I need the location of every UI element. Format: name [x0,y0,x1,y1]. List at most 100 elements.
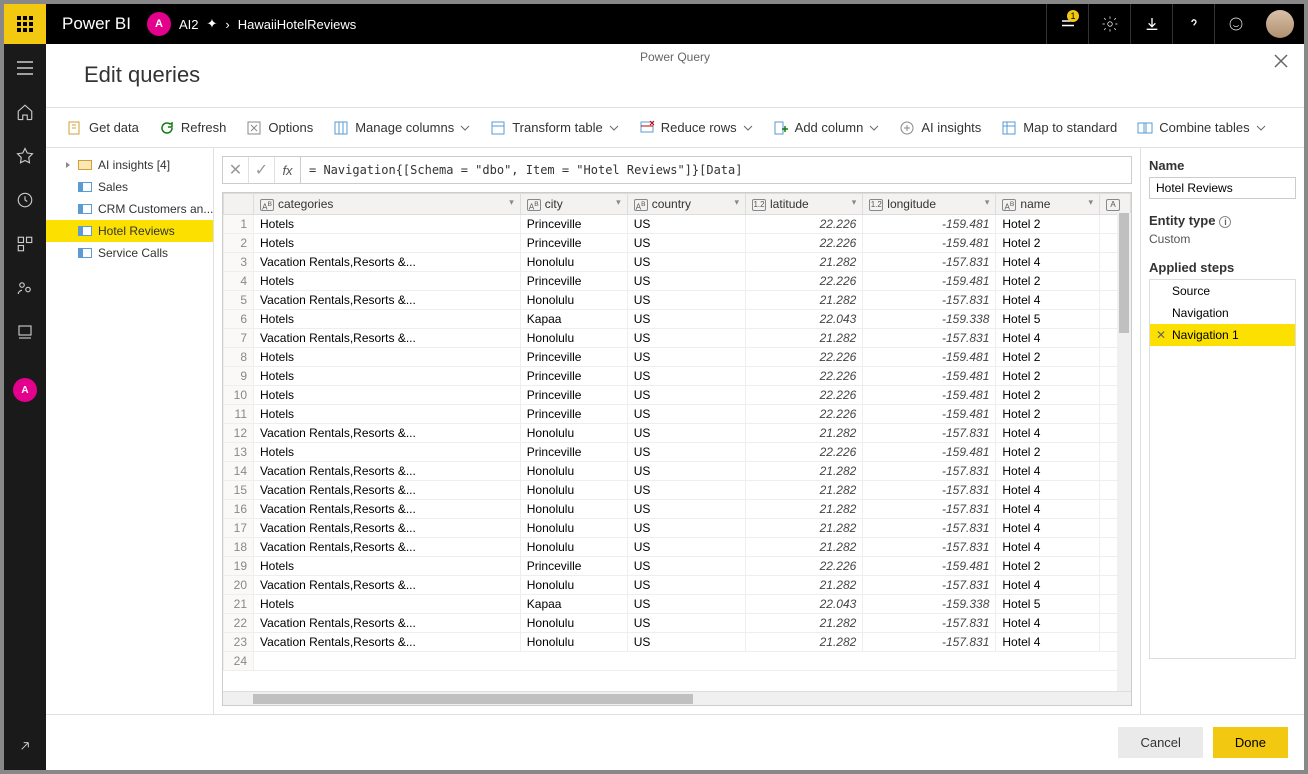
query-nav-item[interactable]: Sales [46,176,213,198]
delete-step-icon[interactable]: ✕ [1156,328,1166,342]
cell[interactable]: 22.043 [746,595,863,614]
done-button[interactable]: Done [1213,727,1288,758]
cell[interactable]: 21.282 [746,253,863,272]
cell[interactable]: -157.831 [863,576,996,595]
ai-insights-button[interactable]: AI insights [894,116,986,140]
manage-columns-button[interactable]: Manage columns [328,116,475,140]
cell[interactable]: Hotels [254,367,521,386]
column-header[interactable]: ABcategories▾ [254,194,521,215]
table-row[interactable]: 11HotelsPrincevilleUS22.226-159.481Hotel… [224,405,1131,424]
download-button[interactable] [1130,4,1172,44]
applied-step[interactable]: ✕Navigation 1 [1150,324,1295,346]
table-row[interactable]: 1HotelsPrincevilleUS22.226-159.481Hotel … [224,215,1131,234]
cell[interactable]: Honolulu [520,576,627,595]
cell[interactable]: Hotel 2 [996,367,1100,386]
cell[interactable]: Hotel 4 [996,500,1100,519]
column-menu-icon[interactable]: ▾ [985,197,990,208]
hamburger-icon[interactable] [15,58,35,78]
cell[interactable]: 21.282 [746,424,863,443]
corner-cell[interactable] [224,194,254,215]
table-row[interactable]: 2HotelsPrincevilleUS22.226-159.481Hotel … [224,234,1131,253]
table-row[interactable]: 15Vacation Rentals,Resorts &...HonoluluU… [224,481,1131,500]
cell[interactable]: Princeville [520,272,627,291]
cell[interactable]: 22.226 [746,215,863,234]
rail-workspace-avatar[interactable]: A [13,378,37,402]
cell[interactable]: US [627,253,745,272]
cell[interactable]: Honolulu [520,481,627,500]
cell[interactable]: -157.831 [863,519,996,538]
cell[interactable]: 21.282 [746,614,863,633]
cell[interactable]: US [627,481,745,500]
cell[interactable]: Hotel 4 [996,538,1100,557]
cell[interactable]: US [627,443,745,462]
query-nav-item[interactable]: Service Calls [46,242,213,264]
cell[interactable]: -157.831 [863,538,996,557]
table-row[interactable]: 6HotelsKapaaUS22.043-159.338Hotel 5 [224,310,1131,329]
cell[interactable]: Vacation Rentals,Resorts &... [254,614,521,633]
cell[interactable]: US [627,367,745,386]
cell[interactable]: Honolulu [520,424,627,443]
cell[interactable]: Honolulu [520,500,627,519]
cell[interactable]: Vacation Rentals,Resorts &... [254,633,521,652]
reduce-rows-button[interactable]: Reduce rows [634,116,758,140]
formula-commit-icon[interactable]: ✓ [249,157,275,183]
cell[interactable]: -157.831 [863,424,996,443]
close-button[interactable] [1274,54,1294,74]
cell[interactable]: Hotel 2 [996,405,1100,424]
cell[interactable]: Vacation Rentals,Resorts &... [254,519,521,538]
column-menu-icon[interactable]: ▾ [734,197,739,208]
cell[interactable]: Hotel 2 [996,557,1100,576]
cell[interactable]: Honolulu [520,462,627,481]
query-nav-item[interactable]: CRM Customers an... [46,198,213,220]
cell[interactable]: 22.226 [746,443,863,462]
cell[interactable]: 21.282 [746,576,863,595]
cell[interactable]: -157.831 [863,500,996,519]
cell[interactable]: Vacation Rentals,Resorts &... [254,500,521,519]
cell[interactable]: 22.043 [746,310,863,329]
cell[interactable]: Hotel 2 [996,234,1100,253]
cell[interactable]: -157.831 [863,481,996,500]
cell[interactable]: US [627,576,745,595]
expand-icon[interactable] [15,736,35,756]
refresh-button[interactable]: Refresh [154,116,232,140]
cell[interactable]: Hotel 4 [996,633,1100,652]
app-launcher-button[interactable] [4,4,46,44]
settings-button[interactable] [1088,4,1130,44]
query-nav-item[interactable]: Hotel Reviews [46,220,213,242]
options-button[interactable]: Options [241,116,318,140]
cancel-button[interactable]: Cancel [1118,727,1202,758]
cell[interactable]: Vacation Rentals,Resorts &... [254,576,521,595]
applied-step[interactable]: Source [1150,280,1295,302]
cell[interactable]: 21.282 [746,329,863,348]
cell[interactable]: Princeville [520,405,627,424]
home-icon[interactable] [15,102,35,122]
column-menu-icon[interactable]: ▾ [509,197,514,208]
cell[interactable]: Hotel 2 [996,272,1100,291]
formula-cancel-icon[interactable]: ✕ [223,157,249,183]
map-standard-button[interactable]: Map to standard [996,116,1122,140]
cell[interactable]: US [627,500,745,519]
column-header[interactable]: 1.2latitude▾ [746,194,863,215]
cell[interactable]: Hotels [254,234,521,253]
cell[interactable]: -159.481 [863,443,996,462]
breadcrumb-dataset[interactable]: HawaiiHotelReviews [238,17,357,32]
table-row[interactable]: 13HotelsPrincevilleUS22.226-159.481Hotel… [224,443,1131,462]
cell[interactable]: -159.338 [863,310,996,329]
cell[interactable]: -157.831 [863,329,996,348]
cell[interactable]: 22.226 [746,348,863,367]
help-button[interactable] [1172,4,1214,44]
table-row[interactable]: 22Vacation Rentals,Resorts &...HonoluluU… [224,614,1131,633]
cell[interactable]: Honolulu [520,253,627,272]
cell[interactable]: Hotel 4 [996,576,1100,595]
cell[interactable]: Hotels [254,215,521,234]
workspaces-icon[interactable] [15,322,35,342]
cell[interactable]: Hotels [254,310,521,329]
vertical-scrollbar[interactable] [1117,213,1131,691]
column-menu-icon[interactable]: ▾ [616,197,621,208]
cell[interactable]: Hotel 2 [996,348,1100,367]
cell[interactable]: US [627,234,745,253]
cell[interactable]: Vacation Rentals,Resorts &... [254,424,521,443]
cell[interactable]: -159.481 [863,386,996,405]
cell[interactable]: 22.226 [746,234,863,253]
cell[interactable]: 21.282 [746,291,863,310]
